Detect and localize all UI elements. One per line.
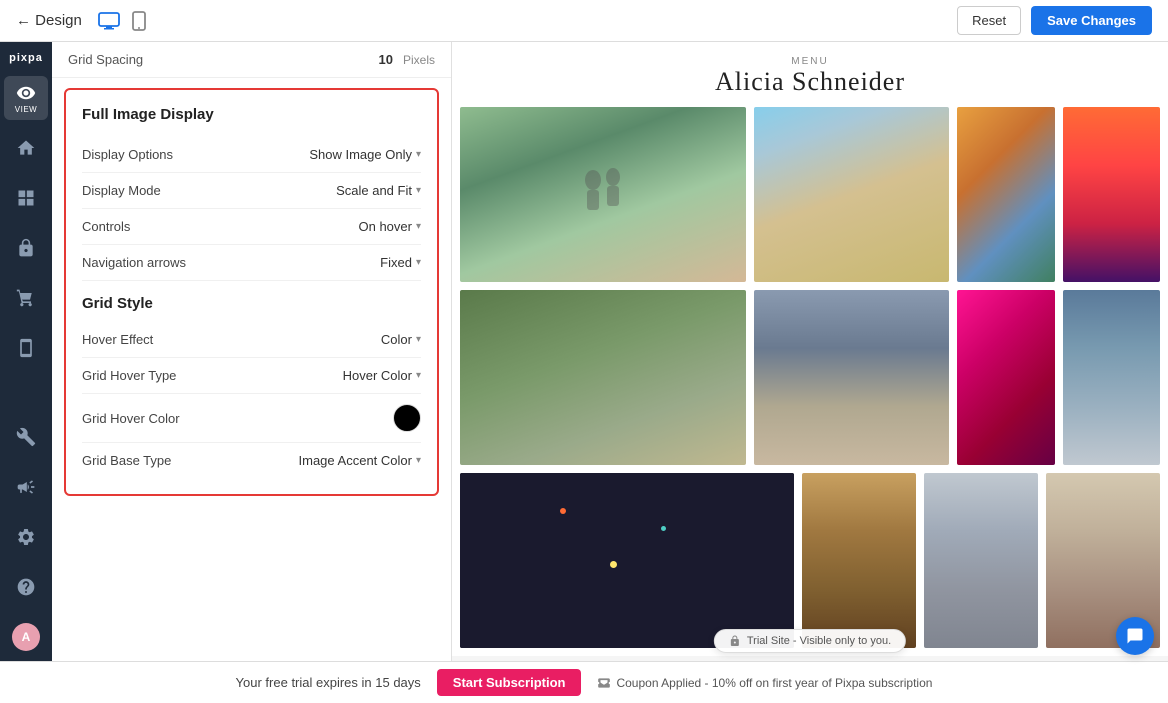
grid-spacing-value: 10: [379, 52, 393, 67]
site-header: MENU Alicia Schneider: [715, 42, 905, 107]
sidebar-item-home[interactable]: [4, 126, 48, 170]
grid-style-title: Grid Style: [82, 295, 421, 312]
photo-row-3: [452, 473, 1168, 648]
photo-row-2: [452, 290, 1168, 465]
trial-bar: Your free trial expires in 15 days Start…: [0, 661, 1168, 703]
hover-effect-label: Hover Effect: [82, 332, 381, 347]
grid-base-type-row: Grid Base Type Image Accent Color ▾: [82, 443, 421, 478]
controls-label: Controls: [82, 219, 358, 234]
photo-cell-3: [957, 107, 1055, 282]
grid-spacing-unit: Pixels: [403, 53, 435, 67]
coupon-icon: [597, 676, 611, 690]
logo[interactable]: pixpa: [9, 52, 43, 64]
grid-hover-color-swatch[interactable]: [393, 404, 421, 432]
photo-cell-9: [460, 473, 794, 648]
photo-row-1: [452, 107, 1168, 282]
nav-arrows-label: Navigation arrows: [82, 255, 380, 270]
trial-badge: Trial Site - Visible only to you.: [714, 629, 906, 653]
sidebar-view-label: VIEW: [15, 105, 37, 114]
icon-strip: pixpa VIEW: [0, 42, 52, 661]
mobile-icon[interactable]: [132, 11, 146, 31]
chevron-icon: ▾: [416, 221, 421, 232]
device-icons: [98, 11, 146, 31]
preview-wrapper: MENU Alicia Schneider: [452, 42, 1168, 661]
full-image-section: Full Image Display Display Options Show …: [64, 88, 439, 496]
photo-cell-10: [802, 473, 916, 648]
nav-arrows-dropdown[interactable]: Fixed ▾: [380, 255, 421, 270]
grid-spacing-row: Grid Spacing 10 Pixels: [52, 42, 451, 78]
reset-button[interactable]: Reset: [957, 6, 1021, 35]
sidebar-item-lock[interactable]: [4, 226, 48, 270]
top-bar-left: ← Design: [16, 11, 146, 31]
controls-row: Controls On hover ▾: [82, 209, 421, 245]
display-options-label: Display Options: [82, 147, 309, 162]
full-image-title: Full Image Display: [82, 106, 421, 123]
chevron-icon: ▾: [416, 370, 421, 381]
site-menu-label: MENU: [715, 56, 905, 67]
design-panel: Grid Spacing 10 Pixels Full Image Displa…: [52, 42, 452, 661]
grid-hover-type-row: Grid Hover Type Hover Color ▾: [82, 358, 421, 394]
display-mode-dropdown[interactable]: Scale and Fit ▾: [336, 183, 421, 198]
site-title: Alicia Schneider: [715, 67, 905, 97]
coupon-text: Coupon Applied - 10% off on first year o…: [597, 676, 932, 690]
photo-cell-2: [754, 107, 949, 282]
chevron-icon: ▾: [416, 185, 421, 196]
sidebar-item-mobile[interactable]: [4, 326, 48, 370]
photo-cell-5: [460, 290, 746, 465]
grid-hover-color-row: Grid Hover Color: [82, 394, 421, 443]
save-button[interactable]: Save Changes: [1031, 6, 1152, 35]
grid-base-type-label: Grid Base Type: [82, 453, 299, 468]
main-layout: pixpa VIEW: [0, 42, 1168, 661]
chevron-icon: ▾: [416, 334, 421, 345]
photo-cell-6: [754, 290, 949, 465]
grid-hover-color-label: Grid Hover Color: [82, 411, 393, 426]
chat-button[interactable]: [1116, 617, 1154, 655]
hover-effect-dropdown[interactable]: Color ▾: [381, 332, 421, 347]
display-options-dropdown[interactable]: Show Image Only ▾: [309, 147, 421, 162]
user-avatar[interactable]: A: [12, 623, 40, 651]
back-button[interactable]: ← Design: [16, 12, 82, 29]
grid-spacing-label: Grid Spacing: [68, 52, 369, 67]
desktop-icon[interactable]: [98, 12, 120, 30]
nav-arrows-row: Navigation arrows Fixed ▾: [82, 245, 421, 281]
top-bar-right: Reset Save Changes: [957, 6, 1152, 35]
photo-cell-7: [957, 290, 1055, 465]
trial-text: Your free trial expires in 15 days: [236, 675, 421, 690]
photo-cell-4: [1063, 107, 1161, 282]
chevron-icon: ▾: [416, 257, 421, 268]
hover-effect-row: Hover Effect Color ▾: [82, 322, 421, 358]
chevron-icon: ▾: [416, 455, 421, 466]
sidebar-item-tools[interactable]: [4, 415, 48, 459]
sidebar-item-settings[interactable]: [4, 515, 48, 559]
sidebar-item-marketing[interactable]: [4, 465, 48, 509]
sidebar-item-layout[interactable]: [4, 176, 48, 220]
start-subscription-button[interactable]: Start Subscription: [437, 669, 582, 696]
controls-dropdown[interactable]: On hover ▾: [358, 219, 421, 234]
chevron-icon: ▾: [416, 149, 421, 160]
sidebar-item-cart[interactable]: [4, 276, 48, 320]
photo-cell-11: [924, 473, 1038, 648]
preview-area: MENU Alicia Schneider: [452, 42, 1168, 656]
grid-base-type-dropdown[interactable]: Image Accent Color ▾: [299, 453, 421, 468]
display-mode-row: Display Mode Scale and Fit ▾: [82, 173, 421, 209]
top-bar: ← Design Reset Save Changes: [0, 0, 1168, 42]
grid-hover-type-dropdown[interactable]: Hover Color ▾: [343, 368, 421, 383]
sidebar-item-view[interactable]: VIEW: [4, 76, 48, 120]
photo-cell-8: [1063, 290, 1161, 465]
sidebar-item-help[interactable]: [4, 565, 48, 609]
display-options-row: Display Options Show Image Only ▾: [82, 137, 421, 173]
grid-hover-type-label: Grid Hover Type: [82, 368, 343, 383]
display-mode-label: Display Mode: [82, 183, 336, 198]
photo-cell-1: [460, 107, 746, 282]
